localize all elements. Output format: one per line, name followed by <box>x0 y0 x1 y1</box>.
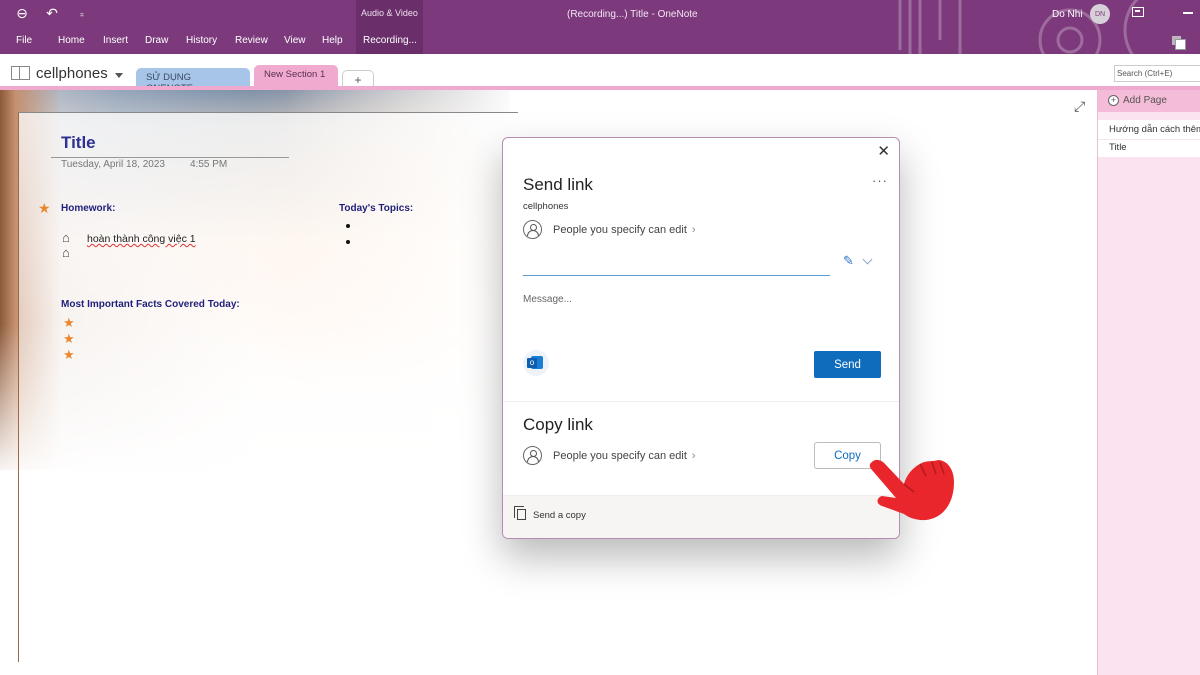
page-title[interactable]: Title <box>61 133 96 153</box>
back-icon[interactable]: ⊖ <box>14 5 30 22</box>
divider <box>503 401 899 402</box>
star-icon: ★ <box>63 331 75 346</box>
undo-icon[interactable]: ↶ <box>44 5 60 22</box>
search-input[interactable]: Search (Ctrl+E) <box>1114 65 1200 82</box>
customize-qat-icon[interactable]: ꞊ <box>74 9 90 19</box>
avatar[interactable]: DN <box>1090 4 1110 24</box>
pointing-hand-icon <box>869 459 954 521</box>
send-permission-setting[interactable]: People you specify can edit › <box>523 220 696 239</box>
chevron-down-icon[interactable] <box>115 73 123 78</box>
tab-review[interactable]: Review <box>235 35 268 46</box>
more-options-icon[interactable]: ··· <box>872 173 888 188</box>
chevron-right-icon: › <box>691 223 696 236</box>
people-icon <box>523 446 542 465</box>
star-icon: ★ <box>63 347 75 362</box>
quick-access-toolbar: ⊖ ↶ ꞊ <box>14 5 90 22</box>
expand-icon[interactable]: ⤢ <box>1074 98 1085 115</box>
copy-permission-setting[interactable]: People you specify can edit › <box>523 446 696 465</box>
home-tag-icon[interactable]: ⌂ <box>62 245 70 260</box>
people-icon <box>523 220 542 239</box>
outlook-icon[interactable] <box>523 350 549 376</box>
tab-file[interactable]: File <box>16 35 32 46</box>
topic-bullet <box>346 224 350 228</box>
title-bar: ⊖ ↶ ꞊ Audio & Video (Recording...) Title… <box>0 0 1200 54</box>
notebook-name[interactable]: cellphones <box>36 65 108 82</box>
tab-recording[interactable]: Recording... <box>363 35 417 46</box>
chevron-right-icon: › <box>691 449 696 462</box>
window-title: (Recording...) Title - OneNote <box>567 9 698 20</box>
page-date: Tuesday, April 18, 2023 <box>61 159 165 170</box>
send-permission-label: People you specify can edit <box>553 223 687 236</box>
tab-home[interactable]: Home <box>58 35 85 46</box>
ribbon-display-options-icon[interactable] <box>1132 7 1144 17</box>
recipient-input[interactable] <box>523 275 830 276</box>
tab-draw[interactable]: Draw <box>145 35 168 46</box>
share-dialog: ✕ ··· Send link cellphones People you sp… <box>502 137 900 539</box>
page-list: + Add Page Hướng dẫn cách thêm Title <box>1097 90 1200 675</box>
share-icon[interactable] <box>1172 36 1186 50</box>
background-decoration <box>898 0 1139 54</box>
page-list-item[interactable]: Title <box>1098 140 1200 157</box>
send-a-copy-button[interactable]: Send a copy <box>503 495 899 538</box>
message-input[interactable]: Message... <box>523 294 572 305</box>
add-page-button[interactable]: + Add Page <box>1098 90 1200 112</box>
chevron-down-icon[interactable] <box>862 254 873 265</box>
user-name[interactable]: Do Nhi <box>1052 9 1083 20</box>
tab-help[interactable]: Help <box>322 35 343 46</box>
section-tab-new-section-1[interactable]: New Section 1 <box>254 65 338 88</box>
copy-permission-label: People you specify can edit <box>553 449 687 462</box>
section-tab-su-dung-onenote[interactable]: SỬ DỤNG ONENOTE <box>136 68 250 94</box>
title-underline <box>51 157 289 158</box>
send-a-copy-label: Send a copy <box>533 510 586 521</box>
add-page-label: Add Page <box>1123 95 1167 106</box>
notebook-icon[interactable] <box>11 66 30 80</box>
home-tag-icon[interactable]: ⌂ <box>62 230 70 245</box>
copy-link-title: Copy link <box>523 415 593 434</box>
pencil-icon[interactable]: ✎ <box>843 253 854 269</box>
template-frame <box>18 112 518 662</box>
notebook-name-label: cellphones <box>523 201 569 212</box>
facts-label: Most Important Facts Covered Today: <box>61 299 240 310</box>
minimize-icon[interactable] <box>1183 12 1193 14</box>
send-button[interactable]: Send <box>814 351 881 378</box>
copy-document-icon <box>514 506 526 520</box>
close-icon[interactable]: ✕ <box>877 142 890 160</box>
star-icon: ★ <box>38 200 51 216</box>
page-list-item[interactable]: Hướng dẫn cách thêm <box>1098 120 1200 139</box>
tab-insert[interactable]: Insert <box>103 35 128 46</box>
homework-label: Homework: <box>61 203 116 214</box>
send-link-title: Send link <box>523 175 593 194</box>
topics-label: Today's Topics: <box>339 203 414 214</box>
tab-view[interactable]: View <box>284 35 306 46</box>
tab-history[interactable]: History <box>186 35 217 46</box>
todo-item[interactable]: hoàn thành công việc 1 <box>87 233 196 245</box>
plus-circle-icon: + <box>1108 95 1119 106</box>
topic-bullet <box>346 240 350 244</box>
contextual-group-label: Audio & Video <box>361 8 418 18</box>
page-time: 4:55 PM <box>190 159 228 170</box>
star-icon: ★ <box>63 315 75 330</box>
